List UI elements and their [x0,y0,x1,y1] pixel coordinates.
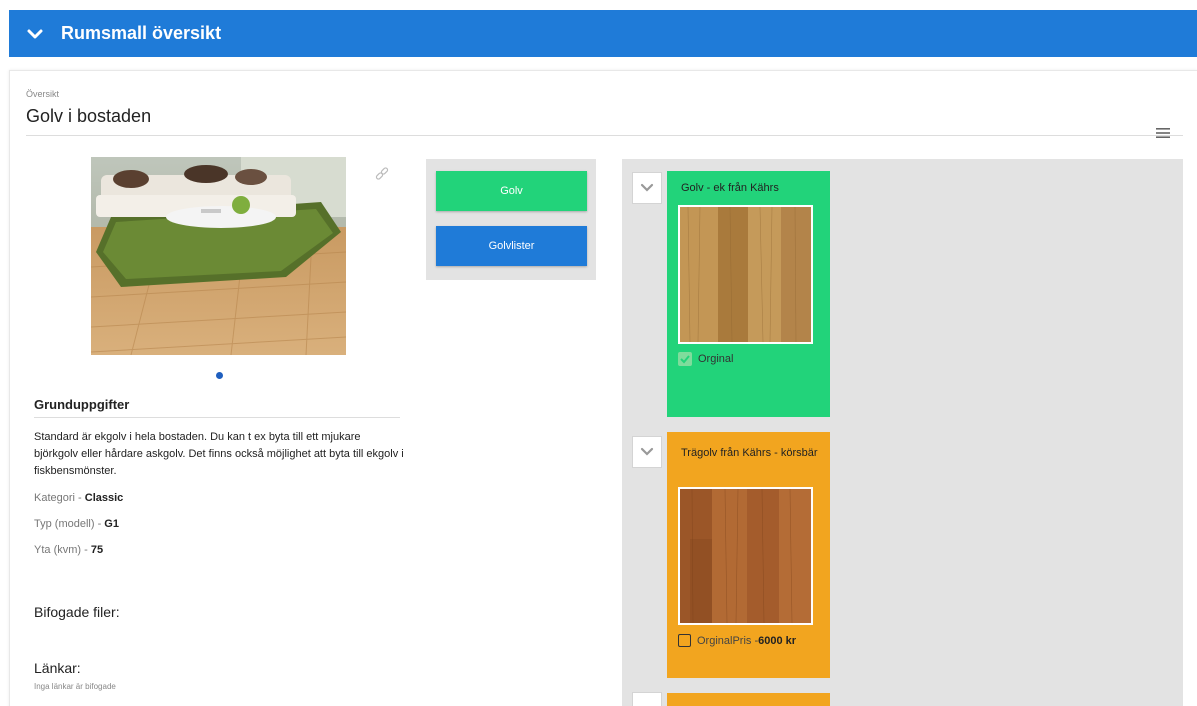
yta-value: 75 [90,544,104,556]
yta-row: Yta (kvm) - 75 [34,544,103,556]
option-label: Orginal [698,353,734,365]
category-button-golv[interactable]: Golv [436,171,587,211]
card-subtitle: Översikt [26,89,60,99]
title-divider [26,135,1183,136]
expand-button[interactable] [632,172,662,204]
details-description: Standard är ekgolv i hela bostaden. Du k… [34,431,404,477]
yta-label: Yta (kvm) - [34,544,91,556]
carousel-indicator[interactable] [216,372,223,379]
details-divider [34,417,400,418]
expand-button[interactable] [632,436,662,468]
product-panel: Golv - ek från Kährs Orginal Trägolv frå… [622,159,1183,706]
checkbox-icon[interactable] [678,352,692,366]
kategori-value: Classic [84,492,124,504]
menu-icon[interactable] [1155,126,1171,140]
option-label: OrginalPris - [697,634,759,647]
link-icon[interactable] [374,166,390,182]
product-card[interactable]: Trägolv från Kährs - körsbär OrginalPris… [667,432,830,678]
kategori-row: Kategori - Classic [34,492,123,504]
product-card[interactable]: Golv - ek från Kährs Orginal [667,171,830,417]
typ-row: Typ (modell) - G1 [34,518,119,530]
kategori-label: Kategori - [34,492,85,504]
typ-value: G1 [104,518,119,530]
product-option[interactable]: Orginal [678,352,733,366]
page-title: Golv i bostaden [26,106,152,126]
category-panel: Golv Golvlister [426,159,596,280]
expand-button[interactable] [632,692,662,706]
option-price: 6000 kr [758,634,797,647]
chevron-down-icon [640,447,654,456]
files-heading: Bifogade filer: [34,604,120,620]
details-heading: Grunduppgifter [34,397,130,412]
room-photo[interactable] [91,157,346,355]
links-heading: Länkar: [34,660,81,676]
product-name: Golv - ek från Kährs [681,182,779,194]
section-title: Rumsmall översikt [61,23,222,43]
product-name: Trägolv från Kährs - körsbär [681,447,818,459]
chevron-down-icon[interactable] [25,24,45,44]
product-option[interactable]: OrginalPris - 6000 kr [678,634,796,647]
section-header[interactable]: Rumsmall översikt [9,10,1197,57]
product-card[interactable] [667,693,830,706]
product-swatch[interactable] [678,487,813,625]
chevron-down-icon [640,183,654,192]
links-empty-text: Inga länkar är bifogade [34,682,116,691]
typ-label: Typ (modell) - [34,518,105,530]
category-button-golvlister[interactable]: Golvlister [436,226,587,266]
product-swatch[interactable] [678,205,813,344]
checkbox-icon[interactable] [678,634,691,647]
